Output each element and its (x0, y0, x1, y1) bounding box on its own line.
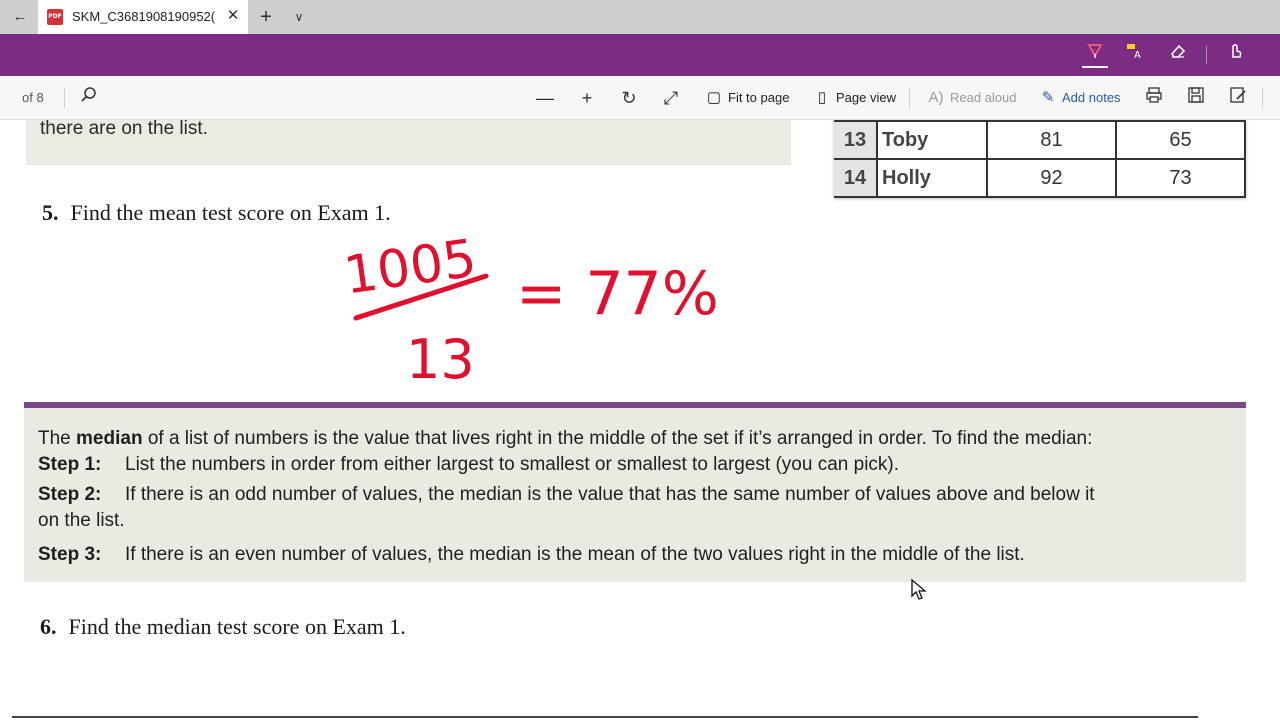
handwritten-denominator: 13 (406, 328, 475, 388)
question-6: 6. Find the median test score on Exam 1. (40, 614, 406, 640)
intro-text: of a list of numbers is the value that l… (142, 428, 1093, 449)
save-as-icon[interactable] (1226, 86, 1250, 110)
step-text: List the numbers in order from either la… (125, 454, 900, 475)
add-notes-button[interactable]: ✎ Add notes (1038, 86, 1121, 110)
pdf-toolbar: of 8 — + ↻ ⤢ ▢ Fit to page ▯ Page view A) R… (0, 76, 1280, 120)
page-view-icon: ▯ (817, 89, 827, 106)
handwritten-result: = 77% (516, 259, 719, 329)
tab-actions-icon[interactable]: ← (8, 6, 32, 28)
save-icon[interactable] (1184, 86, 1208, 110)
step-text: If there is an even number of values, th… (125, 544, 1025, 565)
median-definition-box: The median of a list of numbers is the v… (24, 402, 1246, 582)
step-3: Step 3: If there is an even number of val… (38, 542, 1025, 568)
student-name: Holly (876, 158, 988, 198)
question-5: 5. Find the mean test score on Exam 1. (42, 200, 391, 226)
scores-table: 13 Toby 81 65 14 Holly 92 73 (834, 120, 1246, 198)
page-view-label: Page view (836, 90, 896, 105)
instruction-text: there are on the list. (40, 120, 208, 139)
handwritten-numerator: 1005 (341, 229, 480, 307)
eraser-icon[interactable] (1165, 42, 1191, 68)
toolbar-separator (1262, 88, 1263, 108)
add-notes-icon: ✎ (1041, 89, 1055, 106)
add-notes-label: Add notes (1062, 90, 1121, 105)
mouse-cursor-icon (911, 578, 927, 600)
tab-bar: ← PDF SKM_C3681908190952( ✕ + ∨ (0, 0, 1280, 34)
step-text: If there is an odd number of values, the… (125, 484, 1095, 505)
zoom-in-icon[interactable]: + (575, 86, 599, 110)
print-icon[interactable] (1142, 86, 1166, 110)
browser-tab[interactable]: PDF SKM_C3681908190952( ✕ (38, 0, 248, 34)
step-2: Step 2: If there is an odd number of valu… (38, 482, 1095, 508)
exam2-score: 65 (1115, 120, 1246, 160)
toolbar-separator (64, 88, 65, 108)
exam1-score: 92 (986, 158, 1117, 198)
step-2-continued: on the list. (38, 510, 125, 531)
svg-text:A: A (1134, 50, 1141, 60)
search-icon[interactable] (77, 86, 101, 110)
row-number: 13 (834, 120, 878, 160)
table-row: 13 Toby 81 65 (834, 120, 1246, 160)
touch-writing-icon[interactable] (1222, 42, 1248, 68)
student-name: Toby (876, 120, 988, 160)
ink-separator (1206, 46, 1207, 64)
question-text: Find the mean test score on Exam 1. (70, 200, 391, 225)
tab-title: SKM_C3681908190952( (72, 9, 216, 24)
question-text: Find the median test score on Exam 1. (68, 614, 406, 639)
ink-toolbar: A (0, 34, 1280, 76)
page-bottom-rule (12, 716, 1198, 718)
pdf-page: there are on the list. 13 Toby 81 65 14 … (0, 120, 1280, 720)
page-count: of 8 (22, 90, 44, 105)
step-label: Step 3: (38, 544, 102, 565)
step-label: Step 1: (38, 454, 102, 475)
fullscreen-icon[interactable]: ⤢ (659, 86, 683, 110)
intro-text: The (38, 428, 77, 449)
step-label: Step 2: (38, 484, 102, 505)
fit-to-page-icon: ▢ (706, 89, 722, 106)
exam1-score: 81 (986, 120, 1117, 160)
rotate-icon[interactable]: ↻ (617, 86, 641, 110)
pen-icon[interactable] (1082, 42, 1108, 68)
question-number: 6. (40, 614, 57, 639)
zoom-out-icon[interactable]: — (533, 86, 557, 110)
new-tab-icon[interactable]: + (256, 6, 276, 28)
box-divider (24, 402, 1246, 408)
page-view-button[interactable]: ▯ Page view (812, 86, 896, 110)
fit-to-page-label: Fit to page (728, 90, 790, 105)
chevron-down-icon[interactable]: ∨ (290, 6, 308, 28)
row-number: 14 (834, 158, 878, 198)
read-aloud-label: Read aloud (950, 90, 1017, 105)
instruction-box: there are on the list. (26, 120, 791, 165)
median-term: median (76, 428, 143, 449)
step-1: Step 1: List the numbers in order from ei… (38, 452, 899, 478)
question-number: 5. (42, 200, 59, 225)
close-tab-icon[interactable]: ✕ (224, 7, 242, 25)
pdf-icon: PDF (47, 9, 63, 25)
handwritten-answer: 1005 13 = 77% (341, 229, 719, 388)
read-aloud-icon: A) (928, 89, 944, 106)
read-aloud-button[interactable]: A) Read aloud (926, 86, 1017, 110)
table-row: 14 Holly 92 73 (834, 158, 1246, 198)
toolbar-separator (909, 88, 910, 108)
fit-to-page-button[interactable]: ▢ Fit to page (704, 86, 790, 110)
highlighter-icon[interactable]: A (1122, 42, 1148, 68)
median-intro: The median of a list of numbers is the v… (38, 426, 1092, 452)
exam2-score: 73 (1115, 158, 1246, 198)
